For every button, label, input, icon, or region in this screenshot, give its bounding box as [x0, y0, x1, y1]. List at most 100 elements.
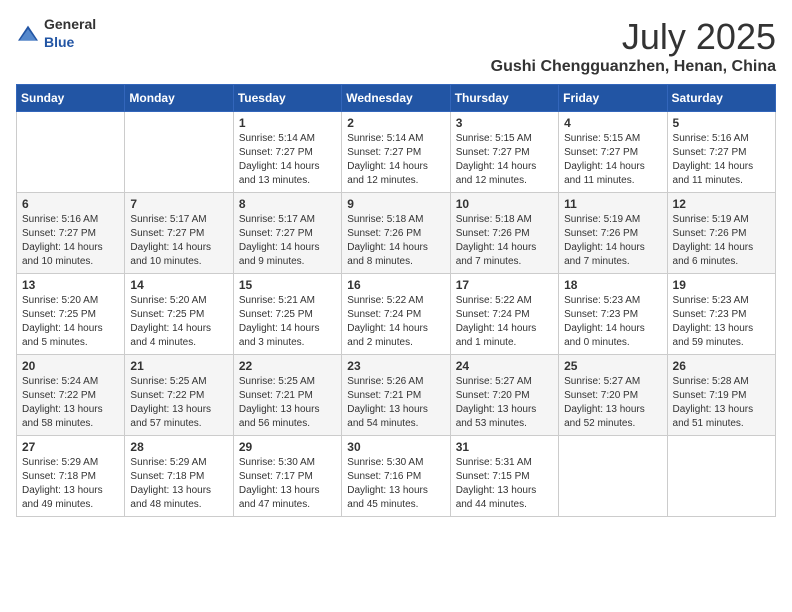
- day-number: 30: [347, 440, 444, 454]
- day-info: Sunrise: 5:22 AM Sunset: 7:24 PM Dayligh…: [456, 294, 553, 350]
- calendar-cell: 3 Sunrise: 5:15 AM Sunset: 7:27 PM Daylig…: [450, 112, 558, 193]
- calendar-week-row: 27 Sunrise: 5:29 AM Sunset: 7:18 PM Dayli…: [17, 436, 776, 517]
- day-info: Sunrise: 5:30 AM Sunset: 7:16 PM Dayligh…: [347, 456, 444, 512]
- day-number: 9: [347, 197, 444, 211]
- day-number: 31: [456, 440, 553, 454]
- calendar-cell: 6Sunrise: 5:16 AM Sunset: 7:27 PM Daylig…: [17, 193, 125, 274]
- calendar-cell: 16 Sunrise: 5:22 AM Sunset: 7:24 PM Dayli…: [342, 274, 450, 355]
- logo-text-general: General: [44, 16, 96, 32]
- day-info: Sunrise: 5:16 AM Sunset: 7:27 PM Dayligh…: [673, 132, 770, 188]
- day-info: Sunrise: 5:25 AM Sunset: 7:22 PM Dayligh…: [130, 375, 227, 431]
- day-info: Sunrise: 5:27 AM Sunset: 7:20 PM Dayligh…: [564, 375, 661, 431]
- calendar-cell: 22 Sunrise: 5:25 AM Sunset: 7:21 PM Dayli…: [233, 355, 341, 436]
- day-number: 4: [564, 116, 661, 130]
- calendar-cell: 18Sunrise: 5:23 AM Sunset: 7:23 PM Dayli…: [559, 274, 667, 355]
- day-info: Sunrise: 5:14 AM Sunset: 7:27 PM Dayligh…: [239, 132, 336, 188]
- calendar-cell: 12Sunrise: 5:19 AM Sunset: 7:26 PM Dayli…: [667, 193, 775, 274]
- calendar-cell: 1 Sunrise: 5:14 AM Sunset: 7:27 PM Daylig…: [233, 112, 341, 193]
- calendar-cell: [667, 436, 775, 517]
- day-info: Sunrise: 5:23 AM Sunset: 7:23 PM Dayligh…: [564, 294, 661, 350]
- calendar-cell: 31 Sunrise: 5:31 AM Sunset: 7:15 PM Dayli…: [450, 436, 558, 517]
- day-number: 27: [22, 440, 119, 454]
- day-info: Sunrise: 5:15 AM Sunset: 7:27 PM Dayligh…: [564, 132, 661, 188]
- day-info: Sunrise: 5:16 AM Sunset: 7:27 PM Dayligh…: [22, 213, 119, 269]
- day-info: Sunrise: 5:17 AM Sunset: 7:27 PM Dayligh…: [130, 213, 227, 269]
- day-info: Sunrise: 5:27 AM Sunset: 7:20 PM Dayligh…: [456, 375, 553, 431]
- day-info: Sunrise: 5:17 AM Sunset: 7:27 PM Dayligh…: [239, 213, 336, 269]
- calendar-cell: 7 Sunrise: 5:17 AM Sunset: 7:27 PM Daylig…: [125, 193, 233, 274]
- day-number: 16: [347, 278, 444, 292]
- title-block: July 2025 Gushi Chengguanzhen, Henan, Ch…: [491, 16, 776, 76]
- day-info: Sunrise: 5:31 AM Sunset: 7:15 PM Dayligh…: [456, 456, 553, 512]
- weekday-header-sunday: Sunday: [17, 85, 125, 112]
- calendar-cell: 21 Sunrise: 5:25 AM Sunset: 7:22 PM Dayli…: [125, 355, 233, 436]
- day-number: 7: [130, 197, 227, 211]
- day-info: Sunrise: 5:18 AM Sunset: 7:26 PM Dayligh…: [347, 213, 444, 269]
- calendar-cell: 15 Sunrise: 5:21 AM Sunset: 7:25 PM Dayli…: [233, 274, 341, 355]
- day-number: 20: [22, 359, 119, 373]
- day-info: Sunrise: 5:29 AM Sunset: 7:18 PM Dayligh…: [130, 456, 227, 512]
- day-info: Sunrise: 5:24 AM Sunset: 7:22 PM Dayligh…: [22, 375, 119, 431]
- day-number: 22: [239, 359, 336, 373]
- calendar-cell: 24Sunrise: 5:27 AM Sunset: 7:20 PM Dayli…: [450, 355, 558, 436]
- day-number: 19: [673, 278, 770, 292]
- calendar-cell: 23 Sunrise: 5:26 AM Sunset: 7:21 PM Dayli…: [342, 355, 450, 436]
- day-info: Sunrise: 5:25 AM Sunset: 7:21 PM Dayligh…: [239, 375, 336, 431]
- logo: General Blue: [16, 16, 96, 52]
- day-info: Sunrise: 5:21 AM Sunset: 7:25 PM Dayligh…: [239, 294, 336, 350]
- calendar-table: SundayMondayTuesdayWednesdayThursdayFrid…: [16, 84, 776, 517]
- day-number: 25: [564, 359, 661, 373]
- weekday-header-friday: Friday: [559, 85, 667, 112]
- day-number: 11: [564, 197, 661, 211]
- day-number: 17: [456, 278, 553, 292]
- weekday-header-tuesday: Tuesday: [233, 85, 341, 112]
- day-number: 21: [130, 359, 227, 373]
- day-number: 5: [673, 116, 770, 130]
- calendar-cell: 27 Sunrise: 5:29 AM Sunset: 7:18 PM Dayli…: [17, 436, 125, 517]
- day-number: 2: [347, 116, 444, 130]
- calendar-cell: 29Sunrise: 5:30 AM Sunset: 7:17 PM Dayli…: [233, 436, 341, 517]
- calendar-cell: 19 Sunrise: 5:23 AM Sunset: 7:23 PM Dayli…: [667, 274, 775, 355]
- weekday-header-thursday: Thursday: [450, 85, 558, 112]
- calendar-cell: 8Sunrise: 5:17 AM Sunset: 7:27 PM Daylig…: [233, 193, 341, 274]
- calendar-cell: 26Sunrise: 5:28 AM Sunset: 7:19 PM Dayli…: [667, 355, 775, 436]
- logo-text-blue: Blue: [44, 34, 74, 50]
- calendar-week-row: 13Sunrise: 5:20 AM Sunset: 7:25 PM Dayli…: [17, 274, 776, 355]
- day-number: 1: [239, 116, 336, 130]
- day-info: Sunrise: 5:15 AM Sunset: 7:27 PM Dayligh…: [456, 132, 553, 188]
- calendar-cell: 25 Sunrise: 5:27 AM Sunset: 7:20 PM Dayli…: [559, 355, 667, 436]
- weekday-header-monday: Monday: [125, 85, 233, 112]
- calendar-week-row: 20 Sunrise: 5:24 AM Sunset: 7:22 PM Dayli…: [17, 355, 776, 436]
- calendar-cell: 5 Sunrise: 5:16 AM Sunset: 7:27 PM Daylig…: [667, 112, 775, 193]
- calendar-cell: 13Sunrise: 5:20 AM Sunset: 7:25 PM Dayli…: [17, 274, 125, 355]
- day-info: Sunrise: 5:29 AM Sunset: 7:18 PM Dayligh…: [22, 456, 119, 512]
- calendar-cell: 20 Sunrise: 5:24 AM Sunset: 7:22 PM Dayli…: [17, 355, 125, 436]
- weekday-header-saturday: Saturday: [667, 85, 775, 112]
- calendar-week-row: 1 Sunrise: 5:14 AM Sunset: 7:27 PM Daylig…: [17, 112, 776, 193]
- day-info: Sunrise: 5:23 AM Sunset: 7:23 PM Dayligh…: [673, 294, 770, 350]
- calendar-cell: 30 Sunrise: 5:30 AM Sunset: 7:16 PM Dayli…: [342, 436, 450, 517]
- day-info: Sunrise: 5:18 AM Sunset: 7:26 PM Dayligh…: [456, 213, 553, 269]
- day-info: Sunrise: 5:19 AM Sunset: 7:26 PM Dayligh…: [564, 213, 661, 269]
- day-number: 15: [239, 278, 336, 292]
- day-info: Sunrise: 5:20 AM Sunset: 7:25 PM Dayligh…: [22, 294, 119, 350]
- weekday-header-row: SundayMondayTuesdayWednesdayThursdayFrid…: [17, 85, 776, 112]
- day-number: 3: [456, 116, 553, 130]
- calendar-cell: 9 Sunrise: 5:18 AM Sunset: 7:26 PM Daylig…: [342, 193, 450, 274]
- location-title: Gushi Chengguanzhen, Henan, China: [491, 58, 776, 76]
- page-header: General Blue July 2025 Gushi Chengguanzh…: [16, 16, 776, 76]
- day-info: Sunrise: 5:20 AM Sunset: 7:25 PM Dayligh…: [130, 294, 227, 350]
- calendar-cell: 4 Sunrise: 5:15 AM Sunset: 7:27 PM Daylig…: [559, 112, 667, 193]
- day-info: Sunrise: 5:26 AM Sunset: 7:21 PM Dayligh…: [347, 375, 444, 431]
- month-title: July 2025: [491, 16, 776, 58]
- day-number: 10: [456, 197, 553, 211]
- calendar-cell: 17 Sunrise: 5:22 AM Sunset: 7:24 PM Dayli…: [450, 274, 558, 355]
- weekday-header-wednesday: Wednesday: [342, 85, 450, 112]
- calendar-cell: [559, 436, 667, 517]
- day-number: 23: [347, 359, 444, 373]
- calendar-cell: [17, 112, 125, 193]
- logo-icon: [16, 24, 40, 44]
- day-info: Sunrise: 5:22 AM Sunset: 7:24 PM Dayligh…: [347, 294, 444, 350]
- day-number: 29: [239, 440, 336, 454]
- calendar-week-row: 6Sunrise: 5:16 AM Sunset: 7:27 PM Daylig…: [17, 193, 776, 274]
